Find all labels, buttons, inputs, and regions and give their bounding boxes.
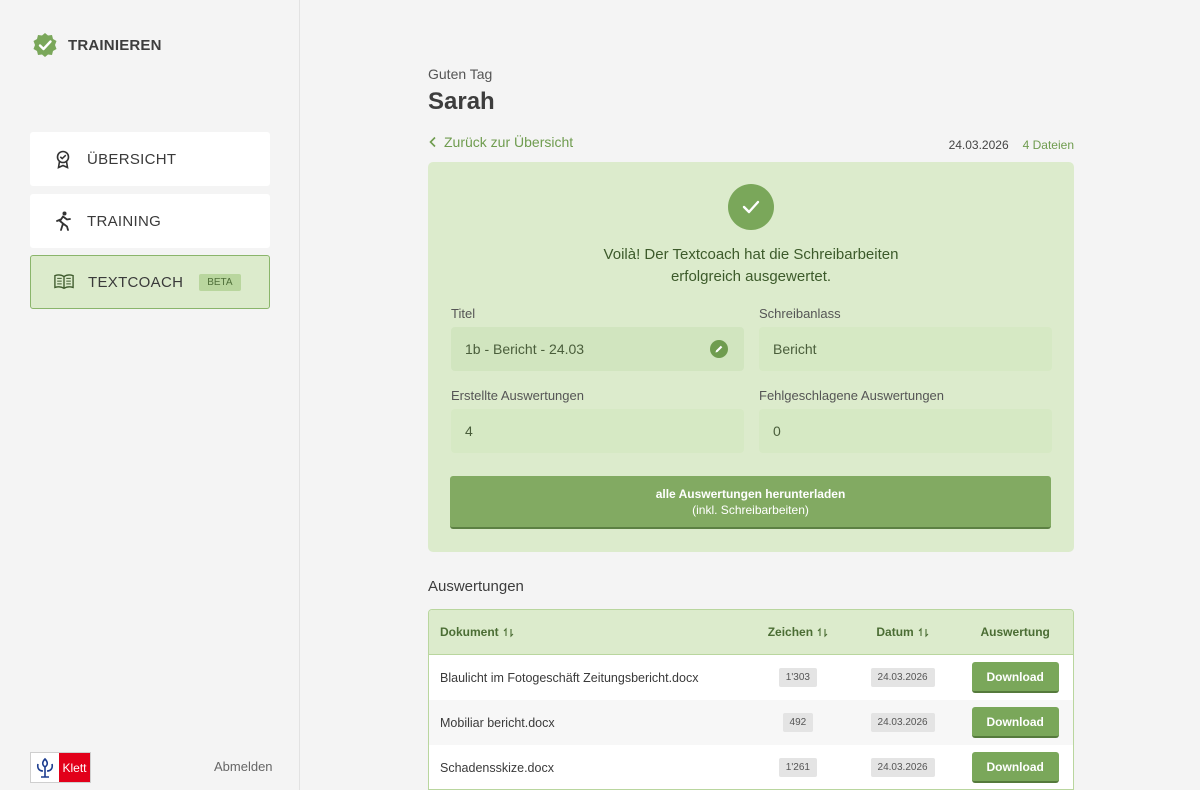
sort-icon: [503, 627, 514, 637]
column-document[interactable]: Dokument: [429, 625, 748, 639]
evaluation-cell: Download: [957, 752, 1073, 783]
download-button[interactable]: Download: [971, 662, 1059, 693]
result-panel: Voilà! Der Textcoach hat die Schreibarbe…: [428, 162, 1074, 552]
sidebar-item-label: ÜBERSICHT: [87, 150, 177, 168]
occasion-field: Bericht: [759, 327, 1052, 371]
evaluation-cell: Download: [957, 707, 1073, 738]
evaluations-heading: Auswertungen: [428, 578, 524, 595]
success-message-line: Voilà! Der Textcoach hat die Schreibarbe…: [603, 246, 899, 263]
sidebar-item-uebersicht[interactable]: ÜBERSICHT: [30, 132, 270, 186]
klett-logo: Klett: [30, 752, 91, 783]
runner-icon: [53, 211, 73, 231]
sidebar-item-textcoach[interactable]: TEXTCOACH BETA: [30, 255, 270, 309]
klett-logo-text: Klett: [59, 753, 90, 782]
table-header: Dokument Zeichen Datum Auswertung: [429, 610, 1073, 655]
file-count-link[interactable]: 4 Dateien: [1023, 138, 1074, 152]
chars-cell: 1'261: [748, 758, 848, 777]
table-row: Blaulicht im Fotogeschäft Zeitungsberich…: [429, 655, 1073, 700]
check-icon: [728, 184, 774, 230]
sidebar-item-label: TEXTCOACH: [88, 273, 184, 291]
column-evaluation: Auswertung: [957, 625, 1073, 639]
document-name: Mobiliar bericht.docx: [440, 715, 555, 730]
download-all-sublabel: (inkl. Schreibarbeiten): [692, 503, 809, 517]
brand-name: TRAINIEREN: [68, 36, 162, 54]
klett-logo-mark: [31, 753, 59, 782]
document-name: Schadensskize.docx: [440, 760, 554, 775]
open-book-icon: [54, 272, 74, 292]
created-evaluations-field: 4: [451, 409, 744, 453]
created-evaluations-value: 4: [465, 423, 473, 439]
beta-badge: BETA: [199, 273, 241, 291]
date-cell: 24.03.2026: [848, 668, 958, 687]
pencil-icon[interactable]: [710, 340, 728, 358]
verified-badge-icon: [33, 33, 57, 57]
column-evaluation-label: Auswertung: [980, 625, 1050, 639]
sidebar: TRAINIEREN ÜBERSICHT TRAINING TEXTCOACH …: [0, 0, 300, 790]
date-badge: 24.03.2026: [870, 713, 935, 732]
chars-badge: 492: [782, 713, 814, 732]
column-chars[interactable]: Zeichen: [748, 625, 848, 639]
greeting: Guten Tag: [428, 66, 493, 82]
chars-cell: 1'303: [748, 668, 848, 687]
title-value: 1b - Bericht - 24.03: [465, 341, 585, 357]
title-field[interactable]: 1b - Bericht - 24.03: [451, 327, 744, 371]
chars-badge: 1'261: [778, 758, 817, 777]
download-all-label: alle Auswertungen herunterladen: [655, 487, 846, 501]
evaluation-cell: Download: [957, 662, 1073, 693]
success-message-line: erfolgreich ausgewertet.: [670, 268, 832, 285]
upload-meta: 24.03.2026 4 Dateien: [949, 138, 1074, 152]
date-badge: 24.03.2026: [870, 758, 935, 777]
column-chars-label: Zeichen: [767, 625, 814, 639]
chars-badge: 1'303: [778, 668, 817, 687]
column-document-label: Dokument: [440, 625, 499, 639]
table-row: Schadensskize.docx 1'261 24.03.2026 Down…: [429, 745, 1073, 789]
user-name: Sarah: [428, 88, 495, 115]
award-icon: [53, 149, 73, 169]
evaluations-table: Dokument Zeichen Datum Auswertung Blauli…: [428, 609, 1074, 790]
document-name: Blaulicht im Fotogeschäft Zeitungsberich…: [440, 670, 699, 685]
logout-link[interactable]: Abmelden: [214, 759, 273, 774]
download-all-button[interactable]: alle Auswertungen herunterladen (inkl. S…: [450, 476, 1051, 529]
back-link[interactable]: Zurück zur Übersicht: [428, 134, 573, 150]
failed-evaluations-label: Fehlgeschlagene Auswertungen: [759, 388, 945, 403]
date-cell: 24.03.2026: [848, 758, 958, 777]
column-date-label: Datum: [876, 625, 914, 639]
sort-icon: [918, 627, 929, 637]
download-button[interactable]: Download: [971, 707, 1059, 738]
created-evaluations-label: Erstellte Auswertungen: [451, 388, 584, 403]
title-label: Titel: [451, 306, 476, 321]
date-cell: 24.03.2026: [848, 713, 958, 732]
back-link-label: Zurück zur Übersicht: [444, 134, 574, 150]
sidebar-item-training[interactable]: TRAINING: [30, 194, 270, 248]
occasion-label: Schreibanlass: [759, 306, 841, 321]
download-button[interactable]: Download: [971, 752, 1059, 783]
column-date[interactable]: Datum: [848, 625, 958, 639]
sidebar-item-label: TRAINING: [87, 212, 162, 230]
sort-icon: [817, 627, 828, 637]
table-row: Mobiliar bericht.docx 492 24.03.2026 Dow…: [429, 700, 1073, 745]
failed-evaluations-field: 0: [759, 409, 1052, 453]
occasion-value: Bericht: [773, 341, 817, 357]
date-badge: 24.03.2026: [870, 668, 935, 687]
brand[interactable]: TRAINIEREN: [32, 32, 162, 58]
success-message: Voilà! Der Textcoach hat die Schreibarbe…: [428, 244, 1074, 288]
chars-cell: 492: [748, 713, 848, 732]
failed-evaluations-value: 0: [773, 423, 781, 439]
chevron-left-icon: [429, 136, 436, 148]
upload-date: 24.03.2026: [948, 138, 1009, 152]
